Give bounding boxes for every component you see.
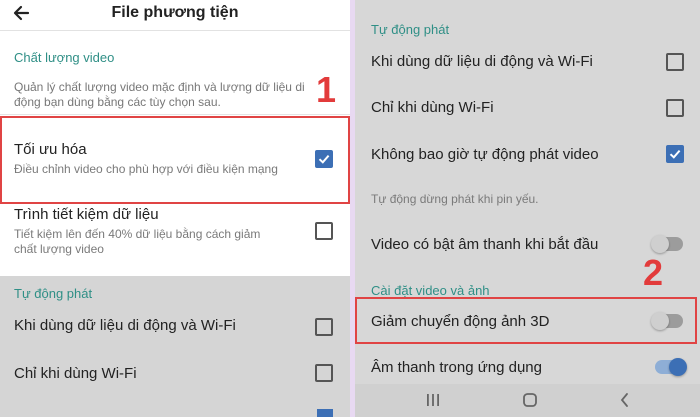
toggle-knob bbox=[651, 235, 669, 253]
left-settings-screen: File phương tiện Chất lượng video Quản l… bbox=[0, 0, 350, 417]
data-saver-subtitle-line1: Tiết kiệm lên đến 40% dữ liệu bằng cách … bbox=[14, 227, 261, 241]
quality-description-line1: Quản lý chất lượng video mặc định và lượ… bbox=[14, 80, 305, 94]
in-app-sound-label: Âm thanh trong ứng dụng bbox=[371, 359, 542, 376]
recent-apps-icon[interactable] bbox=[425, 392, 441, 408]
data-saver-subtitle-line2: chất lượng video bbox=[14, 242, 104, 256]
partial-checkbox bbox=[317, 409, 333, 417]
sound-on-start-toggle[interactable] bbox=[651, 235, 683, 253]
autoplay-mobile-label: Khi dùng dữ liệu di động và Wi-Fi bbox=[14, 317, 236, 334]
autoplay-wifi-checkbox[interactable] bbox=[666, 99, 684, 117]
page-title: File phương tiện bbox=[111, 4, 239, 21]
autoplay-never-checkbox[interactable] bbox=[666, 145, 684, 163]
highlight-box-2 bbox=[355, 297, 697, 344]
section-video-photo-settings: Cài đặt video và ảnh bbox=[371, 283, 490, 298]
autoplay-mobile-checkbox[interactable] bbox=[666, 53, 684, 71]
autoplay-never-label: Không bao giờ tự động phát video bbox=[371, 146, 599, 163]
check-icon bbox=[669, 149, 681, 159]
autoplay-wifi-checkbox[interactable] bbox=[315, 364, 333, 382]
battery-note: Tự động dừng phát khi pin yếu. bbox=[371, 192, 539, 206]
autoplay-mobile-label: Khi dùng dữ liệu di động và Wi-Fi bbox=[371, 53, 593, 70]
data-saver-title: Trình tiết kiệm dữ liệu bbox=[14, 206, 159, 223]
divider bbox=[0, 114, 350, 115]
autoplay-wifi-label: Chỉ khi dùng Wi-Fi bbox=[14, 365, 137, 382]
highlight-box-1 bbox=[0, 116, 350, 204]
section-video-quality: Chất lượng video bbox=[14, 50, 115, 65]
data-saver-checkbox[interactable] bbox=[315, 222, 333, 240]
back-arrow-icon[interactable] bbox=[8, 0, 36, 28]
autoplay-wifi-label: Chỉ khi dùng Wi-Fi bbox=[371, 99, 494, 116]
in-app-sound-toggle[interactable] bbox=[655, 358, 687, 376]
quality-description-line2: động bạn dùng bằng các tùy chọn sau. bbox=[14, 95, 221, 109]
autoplay-mobile-checkbox[interactable] bbox=[315, 318, 333, 336]
step-number-2: 2 bbox=[643, 252, 664, 293]
right-settings-screen: Tự động phát Khi dùng dữ liệu di động và… bbox=[355, 0, 700, 417]
home-icon[interactable] bbox=[521, 391, 539, 409]
sound-on-start-label: Video có bật âm thanh khi bắt đầu bbox=[371, 236, 599, 253]
step-number-1: 1 bbox=[316, 69, 337, 110]
section-autoplay: Tự động phát bbox=[371, 22, 450, 37]
chevron-left-icon[interactable] bbox=[617, 391, 633, 409]
section-autoplay: Tự động phát bbox=[14, 286, 93, 301]
toggle-knob bbox=[669, 358, 687, 376]
